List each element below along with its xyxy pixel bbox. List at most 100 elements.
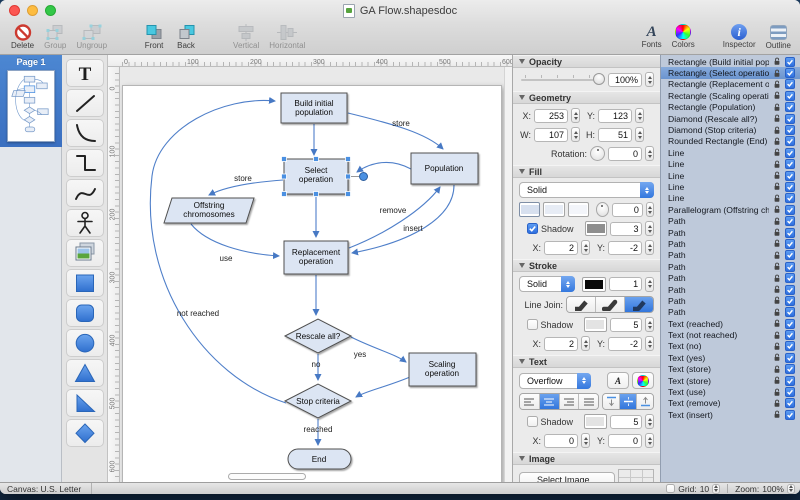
stroke-width-field[interactable]: 1 — [609, 277, 643, 291]
node-offspring-chromosomes[interactable]: Offstringchromosomes — [164, 198, 254, 223]
layer-visible-checkbox[interactable] — [785, 228, 795, 238]
layer-row[interactable]: Path — [661, 272, 800, 283]
stroke-type-dropdown[interactable]: Solid — [519, 276, 575, 292]
layer-row[interactable]: Rectangle (Select operation) — [661, 67, 800, 78]
edge-replacement-population-remove[interactable] — [349, 187, 440, 248]
fill-shadow-y-field[interactable]: -2 — [608, 241, 642, 255]
colors-button[interactable]: Colors — [667, 21, 700, 49]
line-join-bevel-button[interactable] — [625, 297, 653, 312]
layer-visible-checkbox[interactable] — [785, 148, 795, 158]
unlock-icon[interactable] — [773, 330, 781, 341]
edge-not-reached[interactable] — [150, 100, 286, 403]
layer-visible-checkbox[interactable] — [785, 250, 795, 260]
group-button[interactable]: Group — [39, 21, 71, 50]
layer-visible-checkbox[interactable] — [785, 91, 795, 101]
edge-population-select[interactable] — [357, 162, 411, 172]
edge-label-use[interactable]: use — [220, 254, 233, 263]
unlock-icon[interactable] — [773, 113, 781, 124]
edge-label-store-left[interactable]: store — [234, 174, 252, 183]
image-tiling-grid[interactable] — [618, 469, 654, 482]
edge-label-no[interactable]: no — [312, 360, 321, 369]
layer-visible-checkbox[interactable] — [785, 68, 795, 78]
section-header-image[interactable]: Image — [513, 452, 660, 465]
layer-row[interactable]: Text (reached) — [661, 318, 800, 329]
ungroup-button[interactable]: Ungroup — [71, 21, 112, 50]
tool-elbow-line[interactable] — [66, 149, 104, 177]
unlock-icon[interactable] — [773, 56, 781, 67]
valign-top-button[interactable] — [603, 394, 620, 409]
valign-middle-button[interactable] — [620, 394, 637, 409]
text-shadow-x-field[interactable]: 0 — [544, 434, 578, 448]
layer-row[interactable]: Text (use) — [661, 386, 800, 397]
edge-label-insert[interactable]: insert — [403, 224, 423, 233]
unlock-icon[interactable] — [773, 409, 781, 420]
page-paper[interactable]: Build initialpopulation Population Offst… — [122, 85, 502, 482]
rotation-stepper[interactable] — [645, 146, 654, 161]
layer-row[interactable]: Diamond (Rescale all?) — [661, 113, 800, 124]
unlock-icon[interactable] — [773, 204, 781, 215]
text-color-button[interactable] — [632, 372, 654, 389]
connector-dot[interactable] — [360, 173, 368, 181]
layer-visible-checkbox[interactable] — [785, 262, 795, 272]
layer-visible-checkbox[interactable] — [785, 205, 795, 215]
opacity-field[interactable]: 100% — [608, 73, 642, 87]
tool-diamond[interactable] — [66, 419, 104, 447]
line-join-miter-button[interactable] — [567, 297, 596, 312]
fill-color-well-3[interactable] — [568, 202, 589, 217]
stroke-shadow-y-field[interactable]: -2 — [608, 337, 642, 351]
fill-shadow-x-stepper[interactable] — [581, 240, 590, 255]
align-horizontal-button[interactable]: Horizontal — [264, 21, 310, 50]
layer-visible-checkbox[interactable] — [785, 330, 795, 340]
layer-visible-checkbox[interactable] — [785, 273, 795, 283]
geometry-y-stepper[interactable] — [635, 108, 644, 123]
tool-curve[interactable] — [66, 119, 104, 147]
page-thumbnail[interactable] — [7, 70, 55, 142]
unlock-icon[interactable] — [773, 375, 781, 386]
page-thumbnail-item[interactable]: Page 1 — [0, 55, 62, 147]
text-shadow-y-field[interactable]: 0 — [608, 434, 642, 448]
unlock-icon[interactable] — [773, 238, 781, 249]
section-header-stroke[interactable]: Stroke — [513, 259, 660, 272]
edge-label-store-top[interactable]: store — [392, 119, 410, 128]
text-shadow-x-stepper[interactable] — [581, 433, 590, 448]
layer-row[interactable]: Text (yes) — [661, 352, 800, 363]
node-scaling-operation[interactable]: Scalingoperation — [409, 353, 476, 386]
layer-visible-checkbox[interactable] — [785, 193, 795, 203]
unlock-icon[interactable] — [773, 295, 781, 306]
layer-row[interactable]: Line — [661, 181, 800, 192]
layer-visible-checkbox[interactable] — [785, 171, 795, 181]
stroke-shadow-color-well[interactable] — [584, 317, 607, 332]
back-button[interactable]: Back — [170, 21, 202, 50]
text-overflow-dropdown[interactable]: Overflow — [519, 373, 591, 389]
unlock-icon[interactable] — [773, 68, 781, 79]
text-font-button[interactable]: A — [607, 372, 629, 389]
fill-color-well-2[interactable] — [543, 202, 564, 217]
canvas-horizontal-scrollbar-thumb[interactable] — [228, 473, 306, 480]
tool-circle[interactable] — [66, 329, 104, 357]
layer-visible-checkbox[interactable] — [785, 410, 795, 420]
edge-population-replacement-insert[interactable] — [352, 185, 454, 253]
layer-row[interactable]: Path — [661, 307, 800, 318]
layer-visible-checkbox[interactable] — [785, 285, 795, 295]
geometry-y-field[interactable]: 123 — [598, 109, 632, 123]
align-center-button[interactable] — [540, 394, 560, 409]
text-shadow-checkbox[interactable] — [527, 416, 538, 427]
tool-actor[interactable] — [66, 209, 104, 237]
layer-visible-checkbox[interactable] — [785, 341, 795, 351]
unlock-icon[interactable] — [773, 181, 781, 192]
align-left-button[interactable] — [520, 394, 540, 409]
layer-visible-checkbox[interactable] — [785, 353, 795, 363]
section-header-text[interactable]: Text — [513, 355, 660, 368]
layer-row[interactable]: Diamond (Stop criteria) — [661, 124, 800, 135]
slider-thumb[interactable] — [593, 73, 605, 85]
node-select-operation[interactable]: Selectoperation — [284, 159, 348, 194]
layer-row[interactable]: Line — [661, 147, 800, 158]
layer-visible-checkbox[interactable] — [785, 239, 795, 249]
unlock-icon[interactable] — [773, 352, 781, 363]
valign-bottom-button[interactable] — [637, 394, 653, 409]
front-button[interactable]: Front — [138, 21, 170, 50]
edge-offspring-replacement-use[interactable] — [191, 224, 279, 256]
fill-angle-knob[interactable] — [596, 202, 609, 217]
layer-visible-checkbox[interactable] — [785, 136, 795, 146]
grid-stepper[interactable] — [712, 484, 720, 494]
